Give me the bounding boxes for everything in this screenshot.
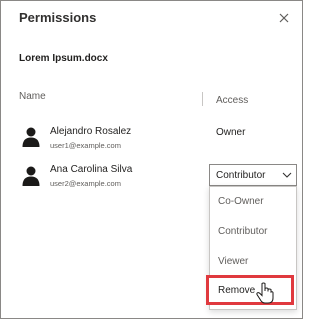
close-icon[interactable] (277, 11, 291, 25)
chevron-down-icon (282, 172, 292, 178)
user-icon (22, 127, 40, 147)
access-dropdown[interactable]: Contributor (209, 164, 297, 186)
user-name: Alejandro Rosalez (50, 126, 132, 137)
user-name: Ana Carolina Silva (50, 164, 133, 175)
column-header-name: Name (19, 91, 46, 102)
column-divider (202, 92, 203, 106)
user-icon (22, 166, 40, 186)
permissions-dialog: Permissions Lorem Ipsum.docx Name Access… (0, 0, 303, 319)
user-email: user1@example.com (50, 141, 121, 150)
menu-item-viewer[interactable]: Viewer (218, 256, 248, 267)
menu-item-co-owner[interactable]: Co-Owner (218, 196, 264, 207)
hand-pointer-icon (256, 282, 274, 304)
dialog-title: Permissions (19, 10, 97, 25)
access-level: Owner (216, 127, 246, 138)
menu-item-contributor[interactable]: Contributor (218, 226, 267, 237)
column-header-access: Access (216, 95, 249, 106)
user-email: user2@example.com (50, 179, 121, 188)
access-dropdown-value: Contributor (216, 170, 266, 181)
menu-item-remove-label: Remove (218, 285, 256, 296)
document-name: Lorem Ipsum.docx (19, 53, 108, 64)
menu-item-remove[interactable]: Remove (206, 275, 294, 305)
